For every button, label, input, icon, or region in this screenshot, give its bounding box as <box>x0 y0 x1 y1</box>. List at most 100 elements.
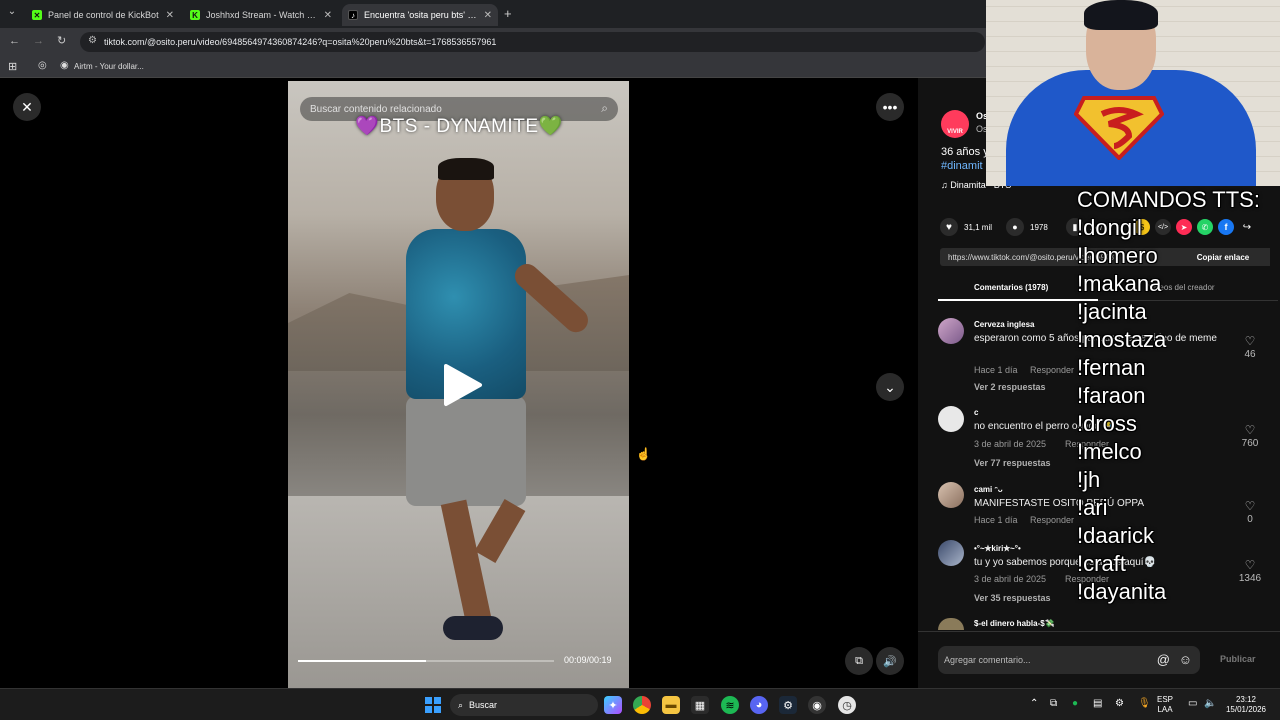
avatar[interactable] <box>938 318 964 344</box>
tts-command: !ari <box>1077 495 1108 520</box>
discord-icon[interactable]: ◕ <box>750 696 768 714</box>
tray-network-icon[interactable]: ⧉ <box>1050 698 1057 709</box>
tray-steam-icon[interactable]: ⚙ <box>1115 698 1124 709</box>
tiktok-icon: ♪ <box>348 10 358 20</box>
clock-app-icon[interactable]: ◷ <box>838 696 856 714</box>
pip-button[interactable]: ⧉ <box>845 647 873 675</box>
close-video-button[interactable]: ✕ <box>13 93 41 121</box>
tts-command: !dongil <box>1077 215 1142 240</box>
spotify-icon[interactable]: ≋ <box>721 696 739 714</box>
tts-command: !faraon <box>1077 383 1146 408</box>
view-replies-button[interactable]: Ver 77 respuestas <box>974 458 1051 468</box>
reply-button[interactable]: Responder <box>1030 365 1074 375</box>
tray-spotify-icon[interactable]: ● <box>1072 698 1078 709</box>
copilot-icon[interactable]: ✦ <box>604 696 622 714</box>
more-dots-icon: ••• <box>882 99 898 115</box>
tab-list-icon[interactable]: ⌄ <box>4 6 20 22</box>
comment-user[interactable]: c <box>974 408 978 417</box>
close-tab-icon[interactable]: ✕ <box>324 10 332 21</box>
more-options-button[interactable]: ••• <box>876 93 904 121</box>
close-tab-icon[interactable]: ✕ <box>166 10 174 21</box>
search-icon: ⌕ <box>458 699 464 710</box>
comment-user[interactable]: $-el dinero habla-$💸 <box>974 619 1055 628</box>
kick-icon: K <box>190 10 200 20</box>
like-action[interactable]: ♥ 31,1 mil <box>940 218 992 236</box>
language-indicator[interactable]: ESP LAA <box>1157 695 1173 715</box>
tab-active-indicator <box>938 299 1098 301</box>
video-progress-fill <box>298 660 426 662</box>
comment-time: 3 de abril de 2025 <box>974 439 1047 449</box>
mention-icon[interactable]: @ <box>1157 652 1170 667</box>
bookmark-globe-icon[interactable]: ◎ <box>38 60 47 71</box>
play-icon[interactable] <box>440 362 484 408</box>
comment-user[interactable]: cami ᵔᴗ <box>974 485 1003 494</box>
tts-command: !jh <box>1077 467 1101 492</box>
obs-icon[interactable]: ◉ <box>808 696 826 714</box>
comment-user[interactable]: Cerveza inglesa <box>974 320 1034 329</box>
volume-button[interactable]: 🔊 <box>876 647 904 675</box>
avatar[interactable] <box>938 406 964 432</box>
avatar[interactable] <box>938 618 964 630</box>
comment-bubble-icon: ● <box>1006 218 1024 236</box>
video-person-shorts <box>406 396 526 506</box>
tray-chevron-icon[interactable]: ⌃ <box>1030 698 1038 709</box>
video-progress-bar[interactable] <box>298 660 554 662</box>
taskbar-search[interactable]: ⌕ Buscar <box>450 694 598 716</box>
video-description: 36 años y <box>941 146 989 158</box>
speaker-icon[interactable]: 🔈 <box>1204 698 1216 709</box>
site-info-icon[interactable]: ⚙ <box>88 35 97 46</box>
tray-app-icon[interactable]: ▤ <box>1093 698 1102 709</box>
address-bar[interactable]: ⚙ tiktok.com/@osito.peru/video/694856497… <box>80 32 985 52</box>
steam-icon[interactable]: ⚙ <box>779 696 797 714</box>
superman-hair <box>1084 0 1158 30</box>
emoji-icon[interactable]: ☺ <box>1179 652 1192 667</box>
tts-command: !daarick <box>1077 523 1155 548</box>
comment-user[interactable]: •°~✮kiri✮~°• <box>974 544 1021 553</box>
heart-icon: ♥ <box>940 218 958 236</box>
next-video-button[interactable]: ⌄ <box>876 373 904 401</box>
tts-command: !mostaza <box>1077 327 1167 352</box>
tab-kickbot[interactable]: ✕ Panel de control de KickBot ✕ <box>26 4 180 26</box>
reload-icon[interactable]: ↻ <box>57 34 66 47</box>
video-overlay-title: 💜BTS - DYNAMITE💚 <box>355 116 563 137</box>
publish-button[interactable]: Publicar <box>1220 654 1256 664</box>
chrome-icon[interactable] <box>633 696 651 714</box>
wifi-icon[interactable]: ▭ <box>1188 698 1197 709</box>
kickbot-icon: ✕ <box>32 10 42 20</box>
view-replies-button[interactable]: Ver 35 respuestas <box>974 593 1051 603</box>
video-hashtag[interactable]: #dinamit <box>941 160 983 172</box>
reply-button[interactable]: Responder <box>1030 515 1074 525</box>
tts-command: !craft <box>1077 551 1126 576</box>
hand-cursor-icon: ☝ <box>636 447 651 461</box>
tab-kick-stream[interactable]: K Joshhxd Stream - Watch Live on Kick ✕ <box>184 4 338 26</box>
forward-arrow-icon[interactable]: → <box>33 35 44 47</box>
related-search-placeholder: Buscar contenido relacionado <box>310 103 442 115</box>
avatar[interactable] <box>938 482 964 508</box>
comment-time: Hace 1 día <box>974 365 1018 375</box>
close-tab-icon[interactable]: ✕ <box>484 10 492 21</box>
tab-comments[interactable]: Comentarios (1978) <box>974 283 1048 292</box>
chevron-down-icon: ⌄ <box>884 378 896 395</box>
tray-mic-icon[interactable]: 🎙 <box>1138 698 1151 709</box>
tts-command: !dayanita <box>1077 579 1167 604</box>
avatar[interactable] <box>938 540 964 566</box>
music-note-icon: ♫ <box>941 180 948 190</box>
windows-start-icon[interactable] <box>425 697 441 713</box>
back-arrow-icon[interactable]: ← <box>9 35 20 47</box>
view-replies-button[interactable]: Ver 2 respuestas <box>974 382 1046 392</box>
comment-time: 3 de abril de 2025 <box>974 574 1047 584</box>
file-explorer-icon[interactable]: ▬ <box>662 696 680 714</box>
apps-grid-icon[interactable]: ⊞ <box>8 60 17 73</box>
tab-tiktok[interactable]: ♪ Encuentra 'osita peru bts' en TikTok ✕ <box>342 4 498 26</box>
tts-command: !melco <box>1077 439 1142 464</box>
airtm-icon: ◉ <box>60 60 69 71</box>
new-tab-button[interactable]: + <box>504 6 512 21</box>
clock[interactable]: 23:12 15/01/2026 <box>1220 695 1272 715</box>
add-comment-input[interactable]: Agregar comentario... @ ☺ <box>938 646 1200 674</box>
author-avatar[interactable]: VIVIR <box>941 110 969 138</box>
comment-action[interactable]: ● 1978 <box>1006 218 1048 236</box>
pip-icon: ⧉ <box>855 654 863 667</box>
store-icon[interactable]: ▦ <box>691 696 709 714</box>
tts-title: COMANDOS TTS: <box>1077 187 1260 212</box>
bookmark-airtm[interactable]: Airtm - Your dollar... <box>74 62 144 71</box>
